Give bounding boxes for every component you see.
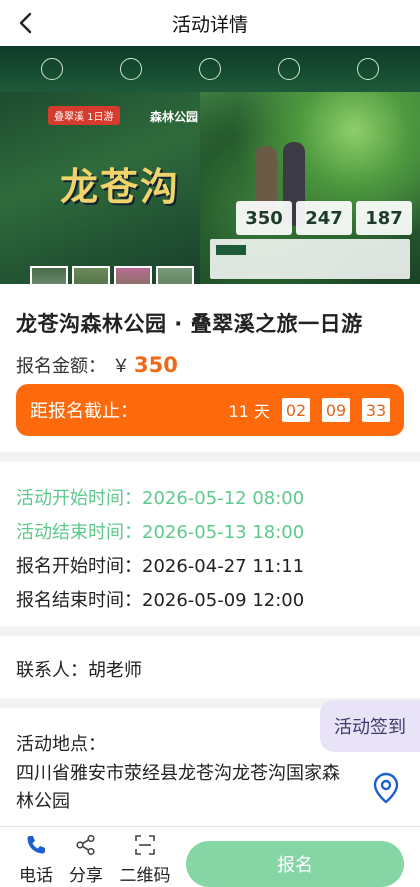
bottom-action-bar: 电话 分享 二维码 报名: [0, 826, 420, 887]
banner-subtitle: 森林公园: [150, 110, 199, 124]
navbar: 活动详情: [0, 0, 420, 46]
banner-itinerary: [210, 239, 410, 279]
qrcode-button[interactable]: 二维码: [114, 833, 176, 886]
share-label: 分享: [69, 866, 103, 886]
banner-feature-icons: [0, 46, 420, 92]
feature-icon: [40, 58, 63, 80]
qrcode-label: 二维码: [119, 866, 171, 886]
deadline-countdown: 距报名截止： 11 天 02 09 33: [16, 384, 404, 436]
banner-tag: 叠翠溪 1日游: [48, 106, 120, 125]
register-button[interactable]: 报名: [186, 841, 404, 887]
event-banner-image: 叠翠溪 1日游 森林公园 龙苍沟 350 247 187: [0, 46, 420, 284]
deadline-minutes: 09: [322, 398, 350, 422]
phone-button[interactable]: 电话: [12, 833, 60, 886]
banner-photos: [30, 266, 194, 284]
back-button[interactable]: [12, 9, 40, 37]
page-title: 活动详情: [171, 13, 248, 36]
feature-icon: [357, 58, 380, 80]
time-card: 活动开始时间：2026-05-12 08:00 活动结束时间：2026-05-1…: [0, 462, 420, 626]
chevron-left-icon: [19, 12, 32, 34]
feature-icon: [278, 58, 301, 80]
event-info-card: 龙苍沟森林公园 · 叠翠溪之旅一日游 报名金额： ￥ 350 距报名截止： 11…: [0, 284, 420, 452]
signup-end-time: 报名结束时间：2026-05-09 12:00: [16, 590, 305, 611]
fee-value: 350: [134, 353, 178, 377]
location-label: 活动地点：: [16, 734, 106, 755]
location-pin-icon[interactable]: [372, 772, 400, 804]
signin-button[interactable]: 活动签到: [320, 700, 420, 752]
deadline-label: 距报名截止：: [30, 401, 138, 422]
banner-prices: 350 247 187: [236, 201, 412, 235]
banner-price: 247: [296, 201, 352, 235]
feature-icon: [119, 58, 142, 80]
feature-icon: [198, 58, 221, 80]
activity-end-time: 活动结束时间：2026-05-13 18:00: [16, 522, 305, 543]
event-title: 龙苍沟森林公园 · 叠翠溪之旅一日游: [16, 312, 363, 336]
share-icon: [74, 833, 98, 857]
qrcode-scan-icon: [133, 833, 157, 857]
activity-start-time: 活动开始时间：2026-05-12 08:00: [16, 488, 305, 509]
fee-label: 报名金额：: [16, 356, 106, 377]
deadline-seconds: 33: [362, 398, 390, 422]
phone-label: 电话: [19, 866, 53, 886]
signup-start-time: 报名开始时间：2026-04-27 11:11: [16, 556, 305, 577]
fee-row: 报名金额： ￥ 350: [16, 352, 178, 378]
phone-icon: [24, 833, 48, 857]
banner-price: 350: [236, 201, 292, 235]
fee-currency: ￥: [112, 356, 130, 377]
banner-logo: 龙苍沟: [60, 164, 181, 209]
contact-card: 联系人：胡老师: [0, 636, 420, 698]
share-button[interactable]: 分享: [62, 833, 110, 886]
banner-price: 187: [356, 201, 412, 235]
deadline-days: 11 天: [228, 402, 270, 421]
deadline-hours: 02: [282, 398, 310, 422]
contact-person: 联系人：胡老师: [16, 660, 142, 681]
location-address: 四川省雅安市荥经县龙苍沟龙苍沟国家森林公园: [16, 763, 340, 812]
